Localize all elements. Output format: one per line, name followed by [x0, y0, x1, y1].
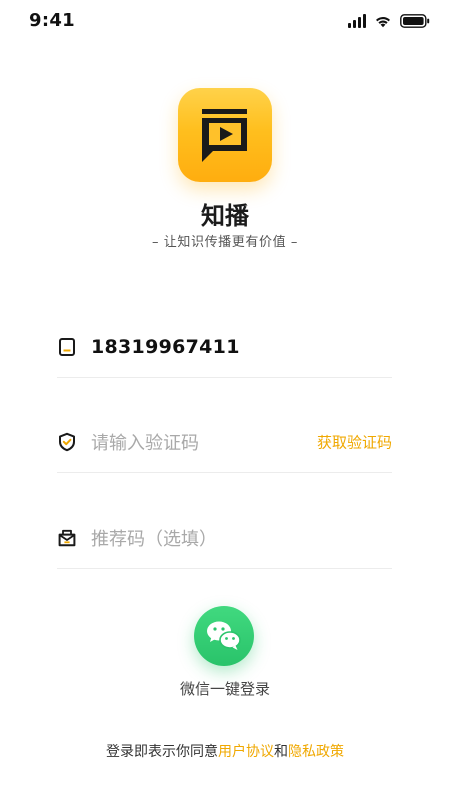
phone-field[interactable]: 18319967411	[57, 317, 392, 378]
login-screen: 9:41 知播 – 让知识传播更有价值 – 18319967411 请输入验证码…	[0, 0, 450, 800]
phone-icon	[57, 337, 77, 357]
wechat-login-label: 微信一键登录	[179, 680, 270, 698]
mail-icon	[57, 528, 77, 548]
phone-value: 18319967411	[91, 336, 240, 358]
app-logo	[178, 88, 272, 182]
status-bar: 9:41	[0, 0, 450, 44]
privacy-policy-link[interactable]: 隐私政策	[288, 744, 344, 760]
app-name: 知播	[201, 202, 249, 230]
get-code-button[interactable]: 获取验证码	[317, 432, 392, 453]
wifi-icon	[374, 14, 392, 28]
play-screen-icon	[202, 109, 247, 162]
agreement-prefix: 登录即表示你同意	[106, 744, 218, 760]
wechat-login-button[interactable]	[194, 606, 254, 666]
shield-check-icon	[57, 432, 77, 452]
verification-code-placeholder: 请输入验证码	[91, 433, 199, 454]
signal-icon	[348, 14, 366, 28]
verification-code-field[interactable]: 请输入验证码 获取验证码	[57, 412, 392, 473]
battery-icon	[400, 14, 430, 28]
agreement-text: 登录即表示你同意用户协议和隐私政策	[0, 741, 450, 761]
app-tagline: – 让知识传播更有价值 –	[151, 235, 299, 250]
wechat-icon	[207, 621, 241, 650]
user-agreement-link[interactable]: 用户协议	[218, 744, 274, 760]
status-time: 9:41	[29, 10, 75, 31]
agreement-conjunction: 和	[274, 744, 288, 760]
referral-code-placeholder: 推荐码（选填）	[91, 529, 217, 550]
referral-code-field[interactable]: 推荐码（选填）	[57, 508, 392, 569]
status-icons	[348, 14, 430, 28]
